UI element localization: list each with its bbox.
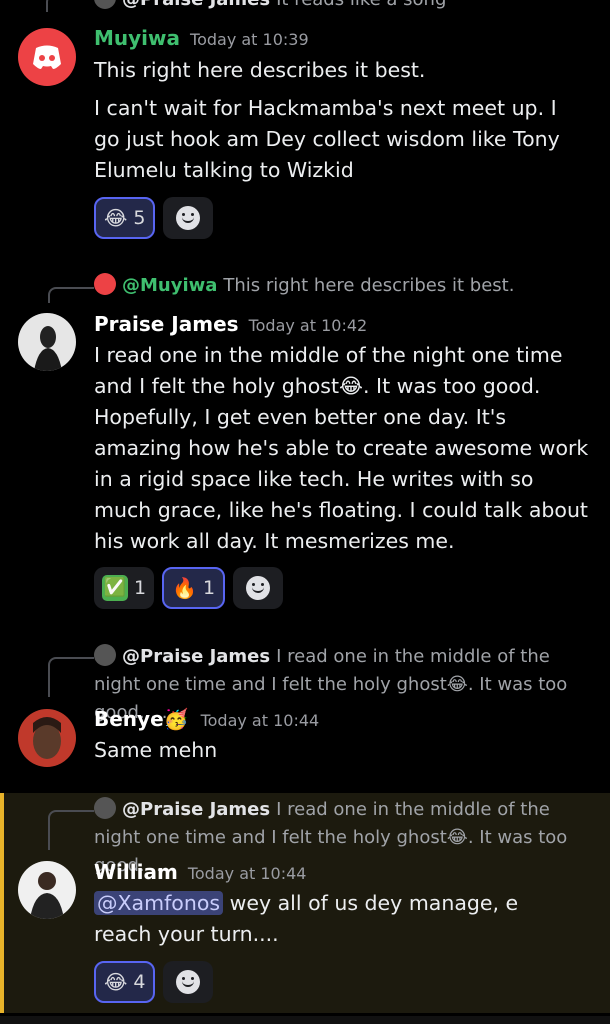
message-header: Benye🥳 Today at 10:44 [94,705,319,735]
reply-text: It reads like a song [276,0,446,10]
username[interactable]: William [94,860,178,884]
avatar-praise-james[interactable] [18,313,76,371]
discord-icon [94,273,116,295]
timestamp: Today at 10:42 [248,316,368,335]
message-header: Praise James Today at 10:42 [94,310,367,340]
add-reaction-button[interactable] [163,197,214,239]
discord-icon [33,45,61,69]
reaction-check[interactable]: ✅ 1 [94,567,155,609]
avatar-mini-praise [94,644,116,666]
add-reaction-button[interactable] [163,961,214,1003]
username[interactable]: Muyiwa [94,26,180,50]
reaction-fire[interactable]: 🔥 1 [162,567,226,609]
username[interactable]: Benye🥳 [94,707,189,731]
message-text: I can't wait for Hackmamba's next meet u… [94,96,560,182]
avatar-benye[interactable] [18,709,76,767]
message-text: @Xamfonos wey all of us dey manage, e re… [94,891,519,946]
reaction-laugh[interactable]: 😂 4 [94,961,156,1003]
username[interactable]: Praise James [94,312,239,336]
add-reaction-button[interactable] [233,567,284,609]
bottom-edge [0,1016,610,1024]
avatar-mini-praise [94,0,116,9]
timestamp: Today at 10:44 [187,864,307,883]
reactions: 😂 5 [94,197,214,239]
reactions: ✅ 1 🔥 1 [94,567,284,609]
avatar-muyiwa[interactable] [18,28,76,86]
message-header: William Today at 10:44 [94,858,306,888]
reply-user[interactable]: @Praise James [122,0,270,10]
reaction-laugh[interactable]: 😂 5 [94,197,156,239]
reply-text: This right here describes it best. [223,275,515,296]
message-header: Muyiwa Today at 10:39 [94,24,309,54]
reply-preview-top[interactable]: @Praise James It reads like a song [94,0,590,14]
avatar-mini-praise [94,797,116,819]
add-reaction-icon [176,206,201,230]
user-mention[interactable]: @Xamfonos [94,891,224,915]
reply-preview[interactable]: @Muyiwa This right here describes it best… [94,272,590,300]
timestamp: Today at 10:44 [200,711,320,730]
timestamp: Today at 10:39 [190,30,309,49]
message-text: Same mehn [94,738,218,762]
message-william: @Praise James I read one in the middle of… [0,793,610,1013]
reply-user[interactable]: @Praise James [122,799,270,820]
add-reaction-icon [176,970,201,994]
reactions: 😂 4 [94,961,214,1003]
add-reaction-icon [246,576,271,600]
reply-user[interactable]: @Praise James [122,646,270,667]
message-text: This right here describes it best. [94,58,426,82]
avatar-william[interactable] [18,861,76,919]
reply-user[interactable]: @Muyiwa [122,275,217,296]
message-text: I read one in the middle of the night on… [94,343,589,553]
